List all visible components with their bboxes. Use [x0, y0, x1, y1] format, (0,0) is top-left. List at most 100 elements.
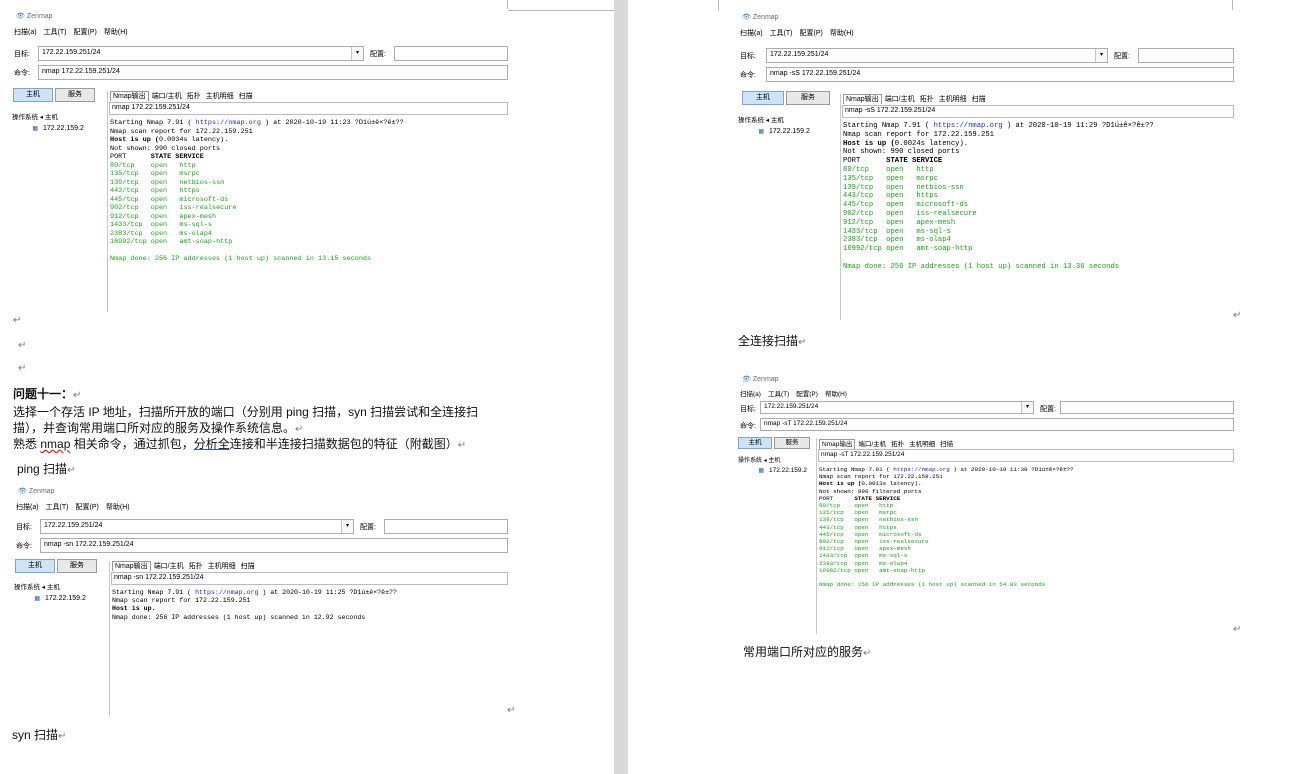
- zenmap-screenshot-connect-scan: 👁 Zenmap 扫描(a) 工具(T) 配置(P) 帮助(H) 目标: 172.22.…: [738, 372, 1234, 634]
- not-shown-prefix: Not shown:: [110, 144, 155, 153]
- tab-nmap-output[interactable]: Nmap输出: [112, 561, 151, 571]
- scan-time: 11:30: [1009, 466, 1028, 473]
- tab-ports-hosts[interactable]: 端口/主机: [152, 562, 186, 571]
- port-row: 1433/tcp open ms-sql-s: [819, 552, 907, 559]
- profile-input[interactable]: [1138, 48, 1234, 63]
- profile-input[interactable]: [394, 46, 508, 61]
- port-state: open: [854, 559, 880, 567]
- tab-host-details[interactable]: 主机明细: [204, 92, 236, 101]
- hosts-button[interactable]: 主机: [13, 88, 53, 102]
- host-up-suffix: latency).: [924, 139, 969, 148]
- port-row: 912/tcp open apex-mesh: [819, 545, 911, 552]
- scan-duration: 13.36: [1062, 262, 1085, 271]
- command-label: 命令:: [740, 72, 756, 79]
- paragraph-mark: ↵: [58, 731, 67, 742]
- tab-host-details[interactable]: 主机明细: [206, 562, 238, 571]
- command-input[interactable]: nmap -sn 172.22.159.251/24: [40, 538, 508, 553]
- services-button[interactable]: 服务: [57, 559, 97, 573]
- host-address: 172.22.159.2: [45, 595, 86, 602]
- paragraph-mark: ↵: [295, 424, 304, 435]
- tab-nmap-output[interactable]: Nmap输出: [819, 439, 856, 449]
- chevron-down-icon[interactable]: ▾: [1095, 49, 1107, 62]
- menu-item-tools[interactable]: 工具(T): [44, 29, 67, 36]
- tab-topology[interactable]: 拓扑: [918, 95, 936, 104]
- tab-ports-hosts[interactable]: 端口/主机: [883, 95, 917, 104]
- menu-item-profile[interactable]: 配置(P): [796, 391, 818, 398]
- menu-item-help[interactable]: 帮助(H): [825, 391, 847, 398]
- menu-item-help[interactable]: 帮助(H): [106, 504, 130, 511]
- port-number: 902/tcp: [819, 538, 855, 546]
- profile-label: 配置:: [1040, 406, 1056, 413]
- host-list-item[interactable]: ▦ 172.22.159.2: [738, 467, 814, 474]
- menu-item-tools[interactable]: 工具(T): [770, 30, 793, 37]
- tab-host-details[interactable]: 主机明细: [937, 95, 969, 104]
- command-value: nmap 172.22.159.251/24: [42, 68, 120, 75]
- target-input[interactable]: 172.22.159.251/24 ▾: [760, 401, 1034, 414]
- port-row: 80/tcp open http: [110, 162, 196, 170]
- zenmap-screenshot-sn-scan: 👁 Zenmap 扫描(a) 工具(T) 配置(P) 帮助(H) 目标: 172.22.…: [14, 484, 508, 716]
- ports-header-port: PORT: [843, 157, 887, 166]
- garbled-timezone: ?D1ú±ê×?ê±??: [350, 119, 404, 127]
- port-state: open: [150, 161, 180, 170]
- tab-topology[interactable]: 拓扑: [187, 562, 205, 571]
- command-input[interactable]: nmap -sT 172.22.159.251/24: [760, 418, 1234, 431]
- menu-item-help[interactable]: 帮助(H): [830, 30, 854, 37]
- port-number: 16992/tcp: [110, 238, 151, 246]
- output-tabs: Nmap输出 端口/主机 拓扑 主机明细 扫描: [843, 94, 989, 104]
- menu-item-profile[interactable]: 配置(P): [800, 30, 823, 37]
- target-input[interactable]: 172.22.159.251/24 ▾: [40, 519, 354, 534]
- menu-item-scan[interactable]: 扫描(a): [740, 30, 763, 37]
- menu-item-help[interactable]: 帮助(H): [104, 29, 128, 36]
- target-row: 目标: 172.22.159.251/24 ▾ 配置:: [740, 48, 1234, 64]
- chevron-down-icon[interactable]: ▾: [1021, 402, 1033, 413]
- command-value: nmap -sT 172.22.159.251/24: [764, 420, 848, 427]
- menu-item-scan[interactable]: 扫描(a): [16, 504, 39, 511]
- port-row: 443/tcp open https: [843, 192, 938, 200]
- tab-scans[interactable]: 扫描: [239, 562, 257, 571]
- services-button[interactable]: 服务: [55, 88, 95, 102]
- menu-item-profile[interactable]: 配置(P): [74, 29, 97, 36]
- output-command-display: nmap -sn 172.22.159.251/24: [111, 572, 508, 585]
- port-state: open: [886, 201, 917, 210]
- not-shown-prefix: Not shown:: [819, 487, 858, 495]
- command-input[interactable]: nmap 172.22.159.251/24: [38, 65, 508, 80]
- profile-input[interactable]: [384, 519, 508, 534]
- tab-scans[interactable]: 扫描: [938, 440, 955, 449]
- menu-item-tools[interactable]: 工具(T): [46, 504, 69, 511]
- hosts-button[interactable]: 主机: [738, 437, 772, 449]
- tab-ports-hosts[interactable]: 端口/主机: [150, 92, 184, 101]
- chevron-down-icon[interactable]: ▾: [341, 520, 353, 533]
- tab-host-details[interactable]: 主机明细: [907, 440, 937, 449]
- host-list-item[interactable]: ▦ 172.22.159.2: [12, 125, 102, 132]
- tab-scans[interactable]: 扫描: [970, 95, 988, 104]
- profile-input[interactable]: [1060, 401, 1234, 414]
- menu-item-scan[interactable]: 扫描(a): [14, 29, 37, 36]
- port-number: 445/tcp: [110, 195, 151, 204]
- caption-ping-text: ping 扫描: [17, 462, 68, 476]
- target-input[interactable]: 172.22.159.251/24 ▾: [38, 46, 364, 61]
- scan-time: 11:23: [330, 119, 351, 127]
- menu-item-scan[interactable]: 扫描(a): [740, 391, 761, 398]
- port-state: open: [886, 209, 917, 218]
- target-input[interactable]: 172.22.159.251/24 ▾: [766, 48, 1108, 63]
- menu-item-tools[interactable]: 工具(T): [768, 391, 789, 398]
- hosts-button[interactable]: 主机: [742, 91, 784, 105]
- chevron-down-icon[interactable]: ▾: [351, 47, 363, 60]
- tab-topology[interactable]: 拓扑: [185, 92, 203, 101]
- menu-item-profile[interactable]: 配置(P): [76, 504, 99, 511]
- garbled-timezone: ?D1ú±ê×?ê±??: [1097, 122, 1154, 130]
- host-list-item[interactable]: ▦ 172.22.159.2: [738, 128, 834, 135]
- host-list-header: 操作系统 ◂ 主机: [12, 114, 58, 121]
- tab-nmap-output[interactable]: Nmap输出: [843, 94, 882, 104]
- services-button[interactable]: 服务: [774, 437, 810, 449]
- tab-scans[interactable]: 扫描: [237, 92, 255, 101]
- tab-ports-hosts[interactable]: 端口/主机: [856, 440, 888, 449]
- tab-topology[interactable]: 拓扑: [889, 440, 906, 449]
- host-list-item[interactable]: ▦ 172.22.159.2: [14, 595, 104, 602]
- command-input[interactable]: nmap -sS 172.22.159.251/24: [766, 67, 1234, 82]
- zenmap-screenshot-default-scan: 👁 Zenmap 扫描(a) 工具(T) 配置(P) 帮助(H) 目标: 172.22.…: [12, 9, 508, 312]
- services-button[interactable]: 服务: [786, 91, 830, 105]
- hosts-button[interactable]: 主机: [15, 559, 55, 573]
- port-service: http: [916, 165, 934, 174]
- tab-nmap-output[interactable]: Nmap输出: [110, 91, 149, 101]
